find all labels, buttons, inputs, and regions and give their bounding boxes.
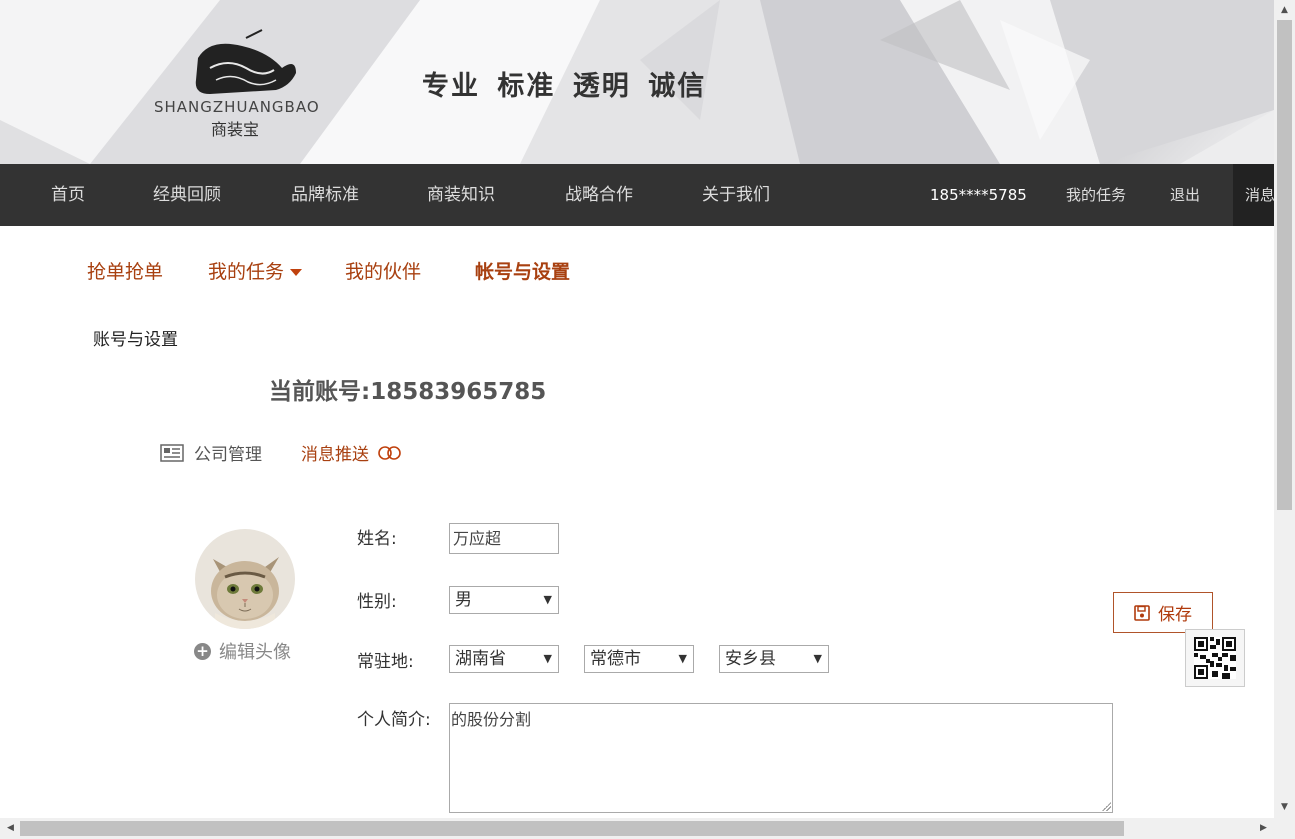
nav-about[interactable]: 关于我们 [702,164,770,226]
province-select[interactable]: 湖南省 ▼ [449,645,559,673]
location-label: 常驻地: [357,652,414,672]
nav-user-phone[interactable]: 185****5785 [930,164,1027,226]
slogan: 专业 标准 透明 诚信 [422,71,707,102]
cat-avatar-image [195,529,295,629]
logo-text-en: SHANGZHUANGBAO [154,98,320,116]
scroll-left-icon[interactable]: ◀ [2,818,19,839]
name-input[interactable]: 万应超 [449,523,559,554]
save-label: 保存 [1158,605,1192,625]
vertical-scrollbar[interactable]: ▲ ▼ [1274,0,1295,818]
scrollbar-corner [1274,818,1295,839]
nav-cooperation[interactable]: 战略合作 [565,164,633,226]
floppy-disk-icon [1134,604,1150,621]
dropdown-arrow-icon: ▼ [813,652,822,665]
logo-text-cn: 商装宝 [211,120,260,139]
plus-circle-icon: + [194,642,211,660]
caret-down-icon [290,269,303,276]
breadcrumb: 账号与设置 [93,330,178,350]
subtab-label: 抢单抢单 [87,261,164,283]
edit-avatar-label: 编辑头像 [219,642,291,663]
county-value: 安乡县 [725,649,776,669]
page-viewport: SHANGZHUANGBAO 商装宝 专业 标准 透明 诚信 首页 经典回顾 品… [0,0,1274,818]
name-label: 姓名: [357,529,397,549]
save-button[interactable]: 保存 [1113,592,1213,633]
avatar [195,529,295,629]
horizontal-scrollbar[interactable]: ◀ ▶ [0,818,1274,839]
main-nav: 首页 经典回顾 品牌标准 商装知识 战略合作 关于我们 185****5785 … [0,164,1274,226]
dropdown-arrow-icon: ▼ [543,652,552,665]
bio-value: 的股份分割 [451,710,532,729]
nav-my-tasks[interactable]: 我的任务 [1066,164,1126,226]
vertical-scroll-thumb[interactable] [1277,20,1292,510]
nav-home[interactable]: 首页 [51,164,85,226]
horizontal-scroll-thumb[interactable] [20,821,1124,836]
nav-messages[interactable]: 消息 [1233,164,1274,226]
scroll-right-icon[interactable]: ▶ [1255,818,1272,839]
county-select[interactable]: 安乡县 ▼ [719,645,829,673]
header-banner: SHANGZHUANGBAO 商装宝 专业 标准 透明 诚信 [0,0,1274,164]
nav-knowledge[interactable]: 商装知识 [427,164,495,226]
tab-company-label: 公司管理 [194,445,262,465]
tab-push-label: 消息推送 [301,445,369,465]
scroll-down-icon[interactable]: ▼ [1274,799,1295,816]
subtab-grab-orders[interactable]: 抢单抢单 [87,257,163,284]
current-account: 当前账号:18583965785 [269,379,547,405]
subtab-label: 帐号与设置 [475,261,571,283]
edit-avatar-button[interactable]: + 编辑头像 [194,638,291,664]
toggle-icon[interactable] [377,445,403,461]
bio-textarea[interactable]: 的股份分割 [449,703,1113,813]
subtab-label: 我的伙伴 [345,261,422,283]
tab-company-management[interactable]: 公司管理 [160,440,262,465]
city-value: 常德市 [590,649,641,669]
dropdown-arrow-icon: ▼ [543,593,552,606]
resize-grip-icon[interactable] [1102,802,1111,811]
gender-label: 性别: [357,592,397,612]
tab-message-push[interactable]: 消息推送 [301,440,403,465]
qr-code-button[interactable] [1185,629,1245,687]
city-select[interactable]: 常德市 ▼ [584,645,694,673]
scroll-up-icon[interactable]: ▲ [1274,2,1295,19]
gender-select[interactable]: 男 ▼ [449,586,559,614]
province-value: 湖南省 [455,649,506,669]
subtab-account-settings[interactable]: 帐号与设置 [475,257,570,284]
bio-label: 个人简介: [357,710,431,730]
nav-classic-review[interactable]: 经典回顾 [153,164,221,226]
nav-brand-standard[interactable]: 品牌标准 [291,164,359,226]
nav-logout[interactable]: 退出 [1170,164,1200,226]
subtab-my-tasks[interactable]: 我的任务 [208,257,303,284]
subtab-my-partners[interactable]: 我的伙伴 [345,257,421,284]
dropdown-arrow-icon: ▼ [678,652,687,665]
qr-code-icon [1194,637,1236,679]
gender-value: 男 [455,590,472,610]
subtab-label: 我的任务 [208,261,285,283]
newspaper-icon [160,443,184,462]
